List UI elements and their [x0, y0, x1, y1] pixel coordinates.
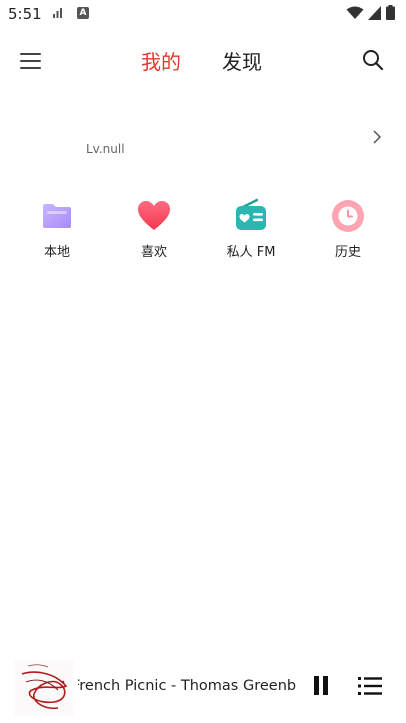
battery-icon	[386, 5, 395, 20]
status-time: 5:51	[8, 5, 42, 23]
folder-icon	[39, 198, 75, 234]
quick-action-label: 喜欢	[140, 245, 167, 260]
quick-action-fm[interactable]: 私人 FM	[211, 198, 291, 260]
chevron-right-icon	[373, 130, 382, 144]
quick-action-history[interactable]: 历史	[308, 198, 388, 260]
quick-actions: 本地 喜欢 私人 FM 历史	[0, 198, 406, 268]
album-art[interactable]	[14, 660, 74, 716]
mini-player: French Picnic - Thomas Greenberg	[0, 654, 406, 723]
sim-card-icon	[53, 8, 62, 18]
tab-mine[interactable]: 我的	[141, 46, 181, 75]
search-icon[interactable]	[362, 49, 384, 71]
playlist-icon[interactable]	[358, 676, 382, 696]
quick-action-local[interactable]: 本地	[17, 198, 97, 260]
wifi-icon	[346, 6, 364, 19]
a-notification-icon: A	[77, 7, 89, 19]
pause-icon[interactable]	[312, 676, 330, 698]
signal-icon	[368, 6, 381, 20]
user-level: Lv.null	[86, 142, 125, 156]
quick-action-like[interactable]: 喜欢	[114, 198, 194, 260]
quick-action-label: 历史	[334, 245, 361, 260]
tab-discover[interactable]: 发现	[222, 46, 262, 75]
top-nav: 我的 发现	[0, 40, 406, 80]
song-title-container[interactable]: French Picnic - Thomas Greenberg	[78, 678, 296, 700]
song-title: French Picnic - Thomas Greenberg	[78, 678, 296, 694]
clock-icon	[330, 198, 366, 234]
profile-row[interactable]: Lv.null	[0, 118, 406, 168]
quick-action-label: 本地	[43, 245, 70, 260]
status-bar: 5:51 A	[0, 0, 406, 28]
hamburger-menu-icon[interactable]	[20, 50, 44, 70]
radio-icon	[233, 198, 269, 234]
heart-icon	[136, 198, 172, 234]
quick-action-label: 私人 FM	[226, 245, 276, 260]
